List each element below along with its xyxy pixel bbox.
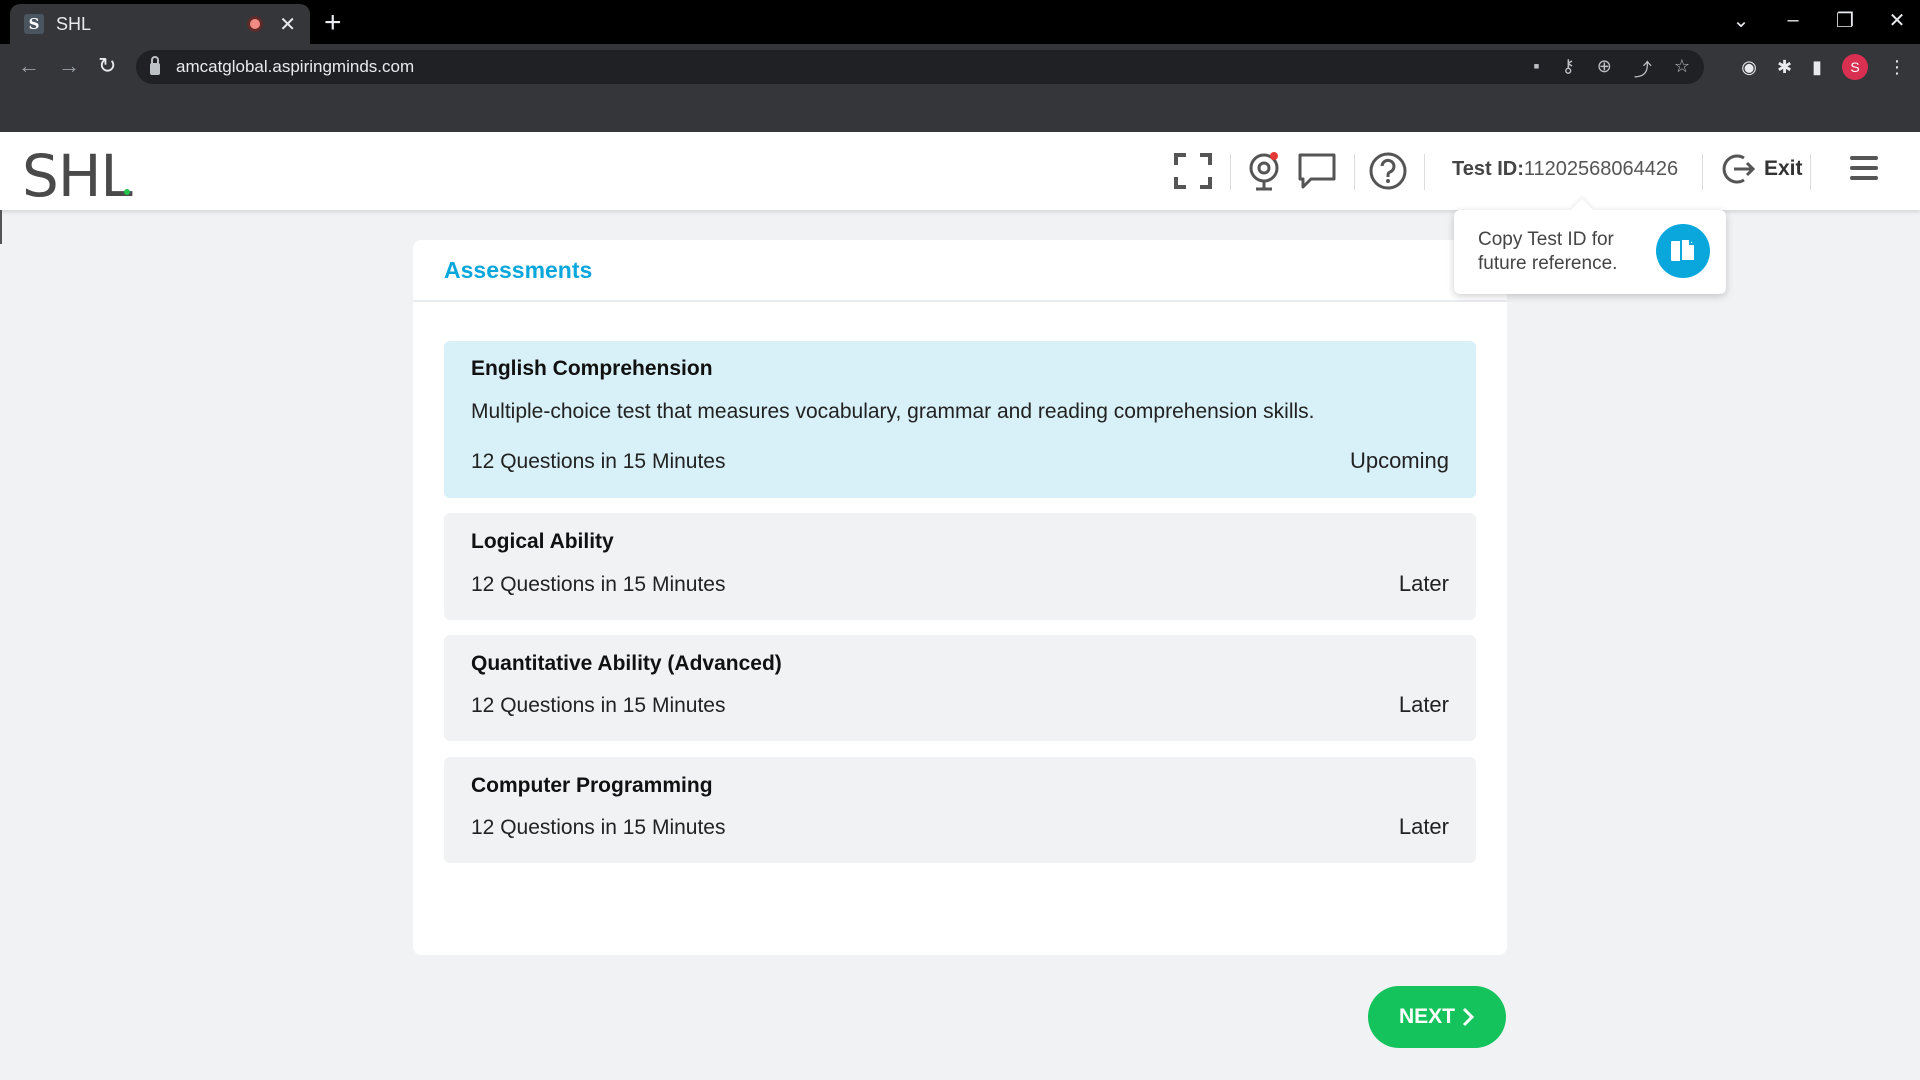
close-window-icon[interactable]: ✕ [1886,8,1908,33]
chevron-right-icon [1462,1007,1475,1027]
extension-icon[interactable]: ◉ [1741,57,1757,78]
profile-avatar[interactable]: S [1842,54,1868,80]
assessment-title: English Comprehension [471,357,713,380]
sidepanel-icon[interactable]: ▮ [1812,57,1822,78]
url-text: amcatglobal.aspiringminds.com [176,57,415,76]
assessment-status: Later [1398,571,1449,596]
assessment-status: Later [1398,814,1449,839]
hamburger-menu-icon[interactable] [1850,156,1878,184]
browser-toolbar: ← → ↻ amcatglobal.aspiringminds.com ▪ ⚷ … [0,44,1920,88]
shl-logo: SHL [22,142,133,210]
text-cursor [0,210,2,244]
webcam-icon[interactable] [1244,150,1286,192]
bookmark-star-icon[interactable]: ☆ [1674,56,1690,82]
next-button[interactable]: NEXT [1368,986,1506,1048]
assessment-title: Logical Ability [471,530,614,553]
assessment-item[interactable]: Quantitative Ability (Advanced) 12 Quest… [444,635,1476,741]
exit-button[interactable]: Exit [1722,152,1803,186]
assessments-card: Assessments English Comprehension Multip… [413,240,1507,955]
puzzle-icon[interactable]: ✱ [1777,57,1792,78]
chat-icon[interactable] [1296,150,1338,192]
tab-favicon: S [24,14,44,34]
recording-icon [247,16,264,32]
assessment-item[interactable]: Logical Ability 12 Questions in 15 Minut… [444,513,1476,620]
forward-icon[interactable]: → [58,54,80,78]
tab-title: SHL [56,13,92,34]
assessment-meta: 12 Questions in 15 Minutes [471,573,726,596]
exit-label: Exit [1764,157,1803,180]
minimize-icon[interactable]: – [1782,9,1804,32]
copy-test-id-tooltip: Copy Test ID for future reference. [1454,210,1726,294]
restore-icon[interactable]: ❐ [1834,8,1856,33]
divider [413,300,1507,302]
test-id[interactable]: Test ID:11202568064426 [1452,158,1678,181]
assessment-status: Upcoming [1349,448,1449,473]
window-controls: ⌄ – ❐ ✕ [1730,8,1908,33]
next-label: NEXT [1398,1005,1455,1028]
divider [1810,154,1811,190]
divider [1230,154,1231,190]
bookmark-bar [0,88,1920,132]
assessment-description: Multiple-choice test that measures vocab… [471,400,1315,423]
zoom-icon[interactable]: ⊕ [1597,56,1612,82]
copy-icon [1671,238,1696,262]
back-icon[interactable]: ← [18,54,40,78]
tab-close-icon[interactable]: ✕ [279,12,296,37]
tooltip-text: Copy Test ID for future reference. [1478,229,1618,274]
divider [1424,154,1425,190]
new-tab-button[interactable]: + [324,8,342,38]
copy-test-id-button[interactable] [1656,224,1710,278]
help-icon[interactable] [1367,150,1409,192]
assessment-title: Quantitative Ability (Advanced) [471,652,782,675]
assessment-meta: 12 Questions in 15 Minutes [471,450,726,473]
omnibox-icons: ▪ ⚷ ⊕ ⤴ ☆ [1533,56,1690,82]
divider [1702,154,1703,190]
address-bar[interactable]: amcatglobal.aspiringminds.com ▪ ⚷ ⊕ ⤴ ☆ [136,50,1704,84]
share-icon[interactable]: ⤴ [1634,56,1652,82]
fullscreen-icon[interactable] [1172,150,1214,192]
browser-tabstrip: S SHL ✕ + ⌄ – ❐ ✕ [0,0,1920,44]
assessment-item[interactable]: English Comprehension Multiple-choice te… [444,341,1476,498]
assessment-meta: 12 Questions in 15 Minutes [471,816,726,839]
assessments-title: Assessments [444,257,593,283]
reload-icon[interactable]: ↻ [98,54,116,78]
exit-icon [1722,154,1756,184]
tab-search-icon[interactable]: ⌄ [1730,8,1752,33]
assessment-item[interactable]: Computer Programming 12 Questions in 15 … [444,757,1476,863]
divider [1354,154,1355,190]
test-id-value: 11202568064426 [1523,158,1679,180]
assessment-status: Later [1398,692,1449,717]
assessment-meta: 12 Questions in 15 Minutes [471,694,726,717]
camera-icon[interactable]: ▪ [1533,56,1539,82]
key-icon[interactable]: ⚷ [1562,56,1575,82]
app-header: SHL Test ID:11202568064426 Exit [0,132,1920,210]
lock-icon[interactable] [150,56,160,75]
test-id-label: Test ID: [1452,158,1524,180]
logo-dot [124,189,130,195]
extension-icons: ◉ ✱ ▮ S ⋮ [1741,54,1906,80]
browser-tab[interactable]: S SHL ✕ [10,4,310,44]
kebab-menu-icon[interactable]: ⋮ [1888,57,1906,78]
assessment-title: Computer Programming [471,774,713,797]
